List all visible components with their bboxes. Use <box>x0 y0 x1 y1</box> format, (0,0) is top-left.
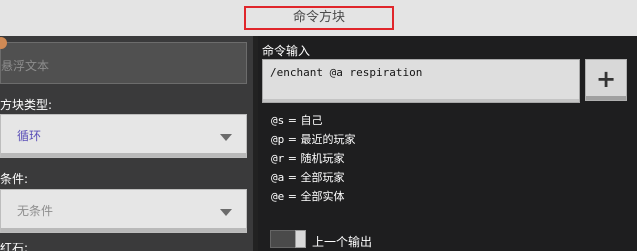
condition-label: 条件: <box>0 172 29 186</box>
selector-item: @p = 最近的玩家 <box>271 133 356 146</box>
chevron-down-icon <box>220 134 232 141</box>
command-input-value: /enchant @a respiration <box>270 66 423 79</box>
redstone-label: 红石: <box>0 243 29 251</box>
command-input[interactable]: /enchant @a respiration <box>262 59 580 103</box>
add-button[interactable]: + <box>585 59 627 101</box>
hover-text-placeholder: 悬浮文本 <box>1 59 50 73</box>
selector-item: @e = 全部实体 <box>271 190 345 203</box>
condition-dropdown[interactable]: 无条件 <box>0 189 247 233</box>
selector-item: @a = 全部玩家 <box>271 171 345 184</box>
experience-orb-icon <box>0 37 7 49</box>
title-bar: 命令方块 <box>0 0 637 38</box>
block-type-dropdown[interactable]: 循环 <box>0 114 247 158</box>
previous-output-label: 上一个输出 <box>312 235 373 249</box>
selector-item: @s = 自己 <box>271 114 323 127</box>
previous-output-toggle[interactable] <box>270 230 306 248</box>
block-type-value: 循环 <box>17 129 42 143</box>
selector-item: @r = 随机玩家 <box>271 152 345 165</box>
hover-text-field[interactable]: 悬浮文本 <box>0 37 247 84</box>
block-type-label: 方块类型: <box>0 98 53 112</box>
chevron-down-icon <box>220 209 232 216</box>
window-title: 命令方块 <box>244 6 394 30</box>
command-input-label: 命令输入 <box>262 44 311 58</box>
condition-value: 无条件 <box>17 204 54 218</box>
toggle-knob[interactable] <box>295 230 306 248</box>
